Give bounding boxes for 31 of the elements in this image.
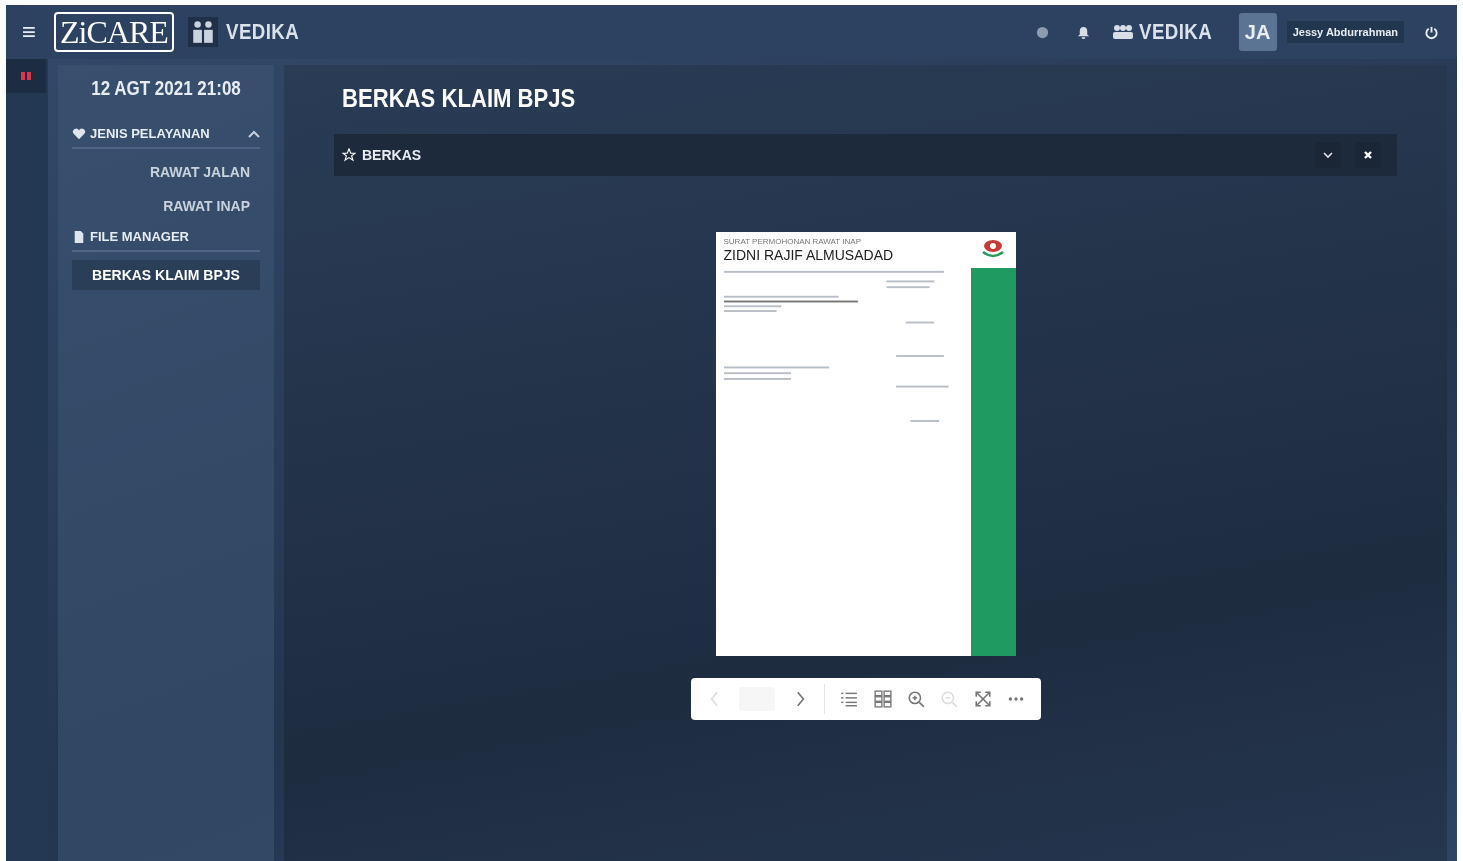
- chevron-icon[interactable]: [248, 129, 260, 138]
- section-header[interactable]: JENIS PELAYANAN: [72, 122, 260, 149]
- document-header: SURAT PERMOHONAN RAWAT INAP: [723, 237, 862, 246]
- close-button[interactable]: [1355, 142, 1381, 168]
- section-header[interactable]: FILE MANAGER: [72, 225, 260, 252]
- close-icon: [1363, 150, 1373, 160]
- patient-name: ZIDNI RAJIF ALMUSADAD: [723, 247, 895, 263]
- logo: ZiCARE: [54, 12, 174, 52]
- date-time: 12 AGT 2021 21:08: [90, 77, 242, 100]
- expand-icon[interactable]: [973, 690, 992, 708]
- nav-item[interactable]: RAWAT JALAN: [72, 157, 260, 187]
- rail-button[interactable]: [6, 59, 46, 93]
- power-icon[interactable]: [1424, 24, 1439, 40]
- user-name[interactable]: Jessy Abdurrahman: [1286, 21, 1404, 43]
- nav-item[interactable]: BERKAS KLAIM BPJS: [72, 260, 260, 290]
- page-title: BERKAS KLAIM BPJS: [342, 83, 577, 114]
- group-icon: [1110, 24, 1135, 40]
- file-icon: [72, 230, 86, 243]
- role-label: VEDIKA: [1138, 19, 1212, 45]
- collapse-button[interactable]: [1315, 142, 1341, 168]
- menu-button[interactable]: ≡: [18, 18, 40, 46]
- grid-icon[interactable]: [873, 690, 892, 708]
- user-avatar[interactable]: JA: [1238, 13, 1277, 51]
- nav-item[interactable]: RAWAT INAP: [72, 191, 260, 221]
- chevron-down-icon: [1323, 150, 1333, 160]
- heart-icon: [72, 127, 86, 140]
- list-icon[interactable]: [840, 690, 859, 708]
- panel-title: BERKAS: [362, 147, 422, 163]
- star-icon: [342, 148, 356, 162]
- zoom-in-icon[interactable]: [906, 690, 925, 708]
- app-name: VEDIKA: [225, 19, 299, 45]
